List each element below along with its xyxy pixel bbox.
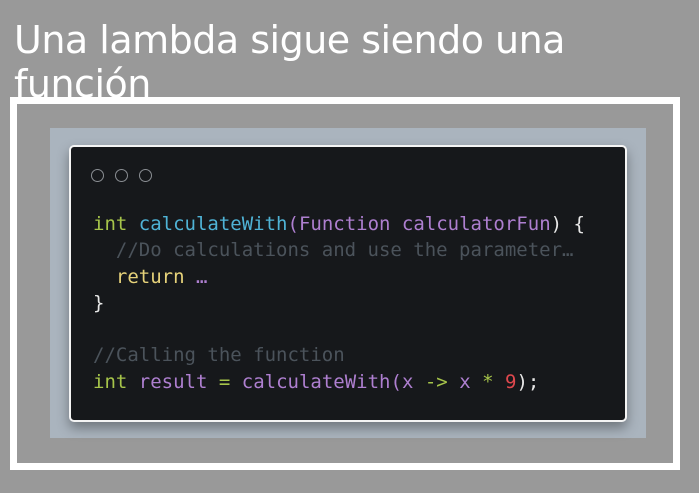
window-dot-icon: [139, 169, 152, 182]
code-line: int calculateWith(Function calculatorFun…: [93, 213, 585, 235]
slide-title: Una lambda sigue siendo una función: [14, 18, 565, 106]
window-dot-icon: [91, 169, 104, 182]
window-dot-icon: [115, 169, 128, 182]
code-line: //Calling the function: [93, 344, 345, 367]
code-window: int calculateWith(Function calculatorFun…: [69, 145, 627, 422]
code-block: int calculateWith(Function calculatorFun…: [93, 211, 585, 395]
code-line: return …: [115, 265, 208, 288]
code-line: int result = calculateWith(x -> x * 9);: [93, 370, 540, 393]
code-line: }: [93, 291, 105, 314]
code-line: //Do calculations and use the parameter…: [115, 239, 574, 262]
